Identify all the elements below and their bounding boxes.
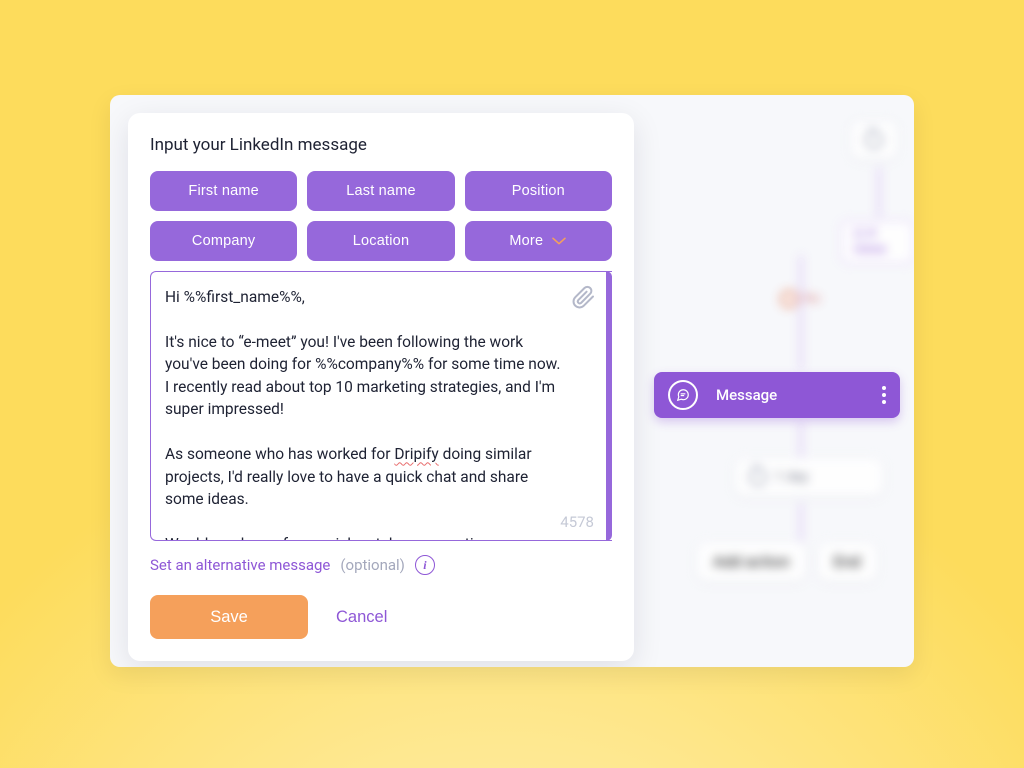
optional-label: (optional) [340, 556, 405, 574]
no-dot-icon [780, 290, 798, 308]
flow-branch-no: No [780, 290, 821, 308]
message-editor-wrap: Hi %%first_name%%, It's nice to “e-meet”… [150, 271, 612, 541]
flow-add-action-button[interactable]: Add action [696, 541, 807, 582]
token-row-1: First name Last name Position [150, 171, 612, 211]
app-stage: ☑ If viewe No 1 day Add action End Messa… [110, 95, 914, 667]
flow-message-node-label: Message [716, 386, 777, 404]
token-more-dropdown[interactable]: More [465, 221, 612, 261]
editor-scrollbar[interactable] [606, 271, 612, 541]
linkedin-message-modal: Input your LinkedIn message First name L… [128, 113, 634, 661]
flow-delay-node: 1 day [734, 457, 884, 497]
chat-bubble-icon [668, 380, 698, 410]
flow-message-node[interactable]: Message [654, 372, 900, 418]
timer-icon [865, 131, 883, 149]
flow-condition-label: ☑ If viewe [853, 227, 886, 257]
flow-condition-viewed: ☑ If viewe [840, 220, 914, 264]
token-last-name[interactable]: Last name [307, 171, 454, 211]
save-button[interactable]: Save [150, 595, 308, 639]
message-editor[interactable]: Hi %%first_name%%, It's nice to “e-meet”… [150, 271, 612, 541]
info-icon[interactable]: i [415, 555, 435, 575]
cancel-button[interactable]: Cancel [336, 608, 387, 627]
flow-add-row: Add action End [696, 541, 878, 582]
set-alternative-link[interactable]: Set an alternative message [150, 556, 330, 574]
character-count: 4578 [556, 513, 594, 531]
flow-line [800, 315, 802, 370]
flow-node-top [850, 120, 898, 160]
spelling-error: Dripify [394, 445, 438, 463]
kebab-menu-icon[interactable] [882, 386, 886, 404]
flow-no-text: No [804, 291, 821, 306]
token-first-name[interactable]: First name [150, 171, 297, 211]
alternative-message-row: Set an alternative message (optional) i [150, 555, 612, 575]
attachment-icon[interactable] [572, 285, 596, 315]
flow-end-button[interactable]: End [817, 541, 878, 582]
token-location[interactable]: Location [307, 221, 454, 261]
flow-line [800, 421, 802, 457]
chevron-down-icon [551, 235, 567, 247]
flow-line [878, 167, 880, 217]
token-position[interactable]: Position [465, 171, 612, 211]
modal-title: Input your LinkedIn message [150, 135, 612, 155]
flow-delay-text: 1 day [775, 469, 808, 485]
flow-line [800, 503, 802, 541]
timer-icon [749, 468, 767, 486]
token-row-2: Company Location More [150, 221, 612, 261]
token-more-label: More [509, 233, 543, 249]
modal-button-row: Save Cancel [150, 595, 612, 639]
token-company[interactable]: Company [150, 221, 297, 261]
